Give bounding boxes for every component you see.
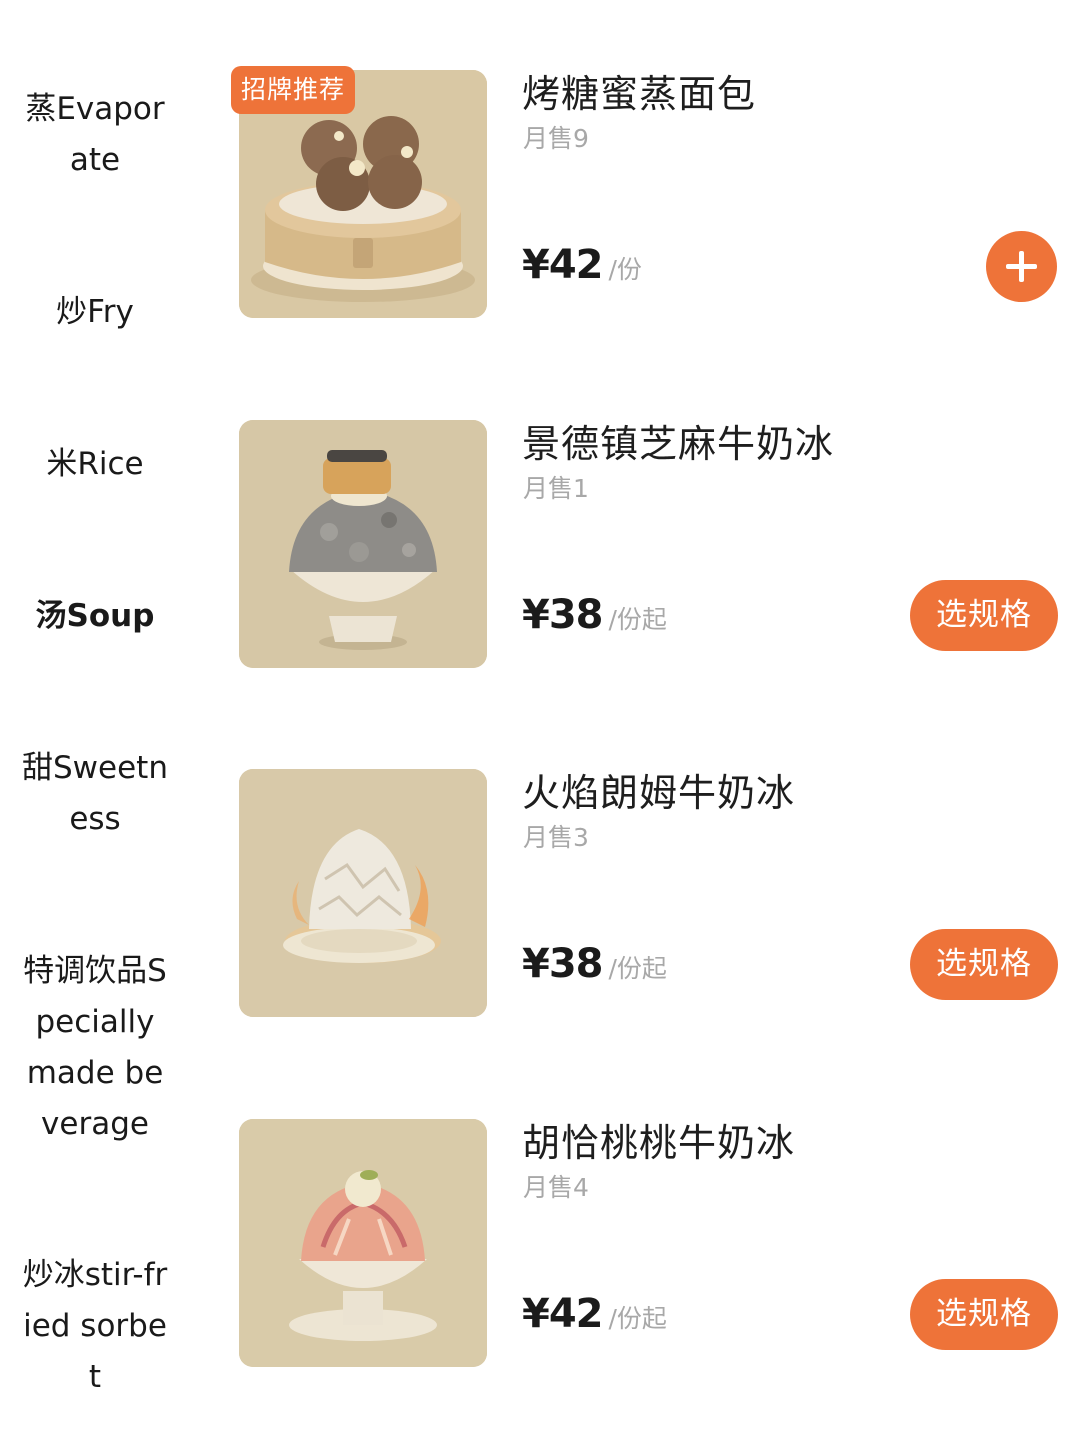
price: ¥38 [522,592,603,638]
plus-icon [1006,251,1037,282]
category-item-rice[interactable]: 米Rice [20,439,170,490]
category-item-fry[interactable]: 炒Fry [20,287,170,338]
price-row: ¥38 /份起 [522,941,667,987]
select-spec-button[interactable]: 选规格 [910,1279,1058,1350]
product-name: 胡恰桃桃牛奶冰 [522,1121,796,1165]
monthly-sales: 月售1 [523,474,589,503]
product-name: 火焰朗姆牛奶冰 [522,771,796,815]
add-to-cart-button[interactable] [986,231,1057,302]
category-item-soup[interactable]: 汤Soup [20,591,170,642]
price-row: ¥42 /份起 [522,1291,667,1337]
product-image-flaming-rum-milk-ice[interactable] [239,769,487,1017]
monthly-sales: 月售3 [523,823,589,852]
category-sidebar: 蒸Evaporate 炒Fry 米Rice 汤Soup 甜Sweetness 特… [0,0,190,1440]
price-unit: /份起 [608,1304,667,1333]
product-card[interactable]: 招牌推荐 烤糖蜜蒸面包 月售9 ¥42 /份 [231,66,1059,320]
price-unit: /份起 [608,954,667,983]
monthly-sales: 月售4 [523,1173,589,1202]
product-image-sesame-milk-ice[interactable] [239,420,487,668]
product-image-peach-milk-ice[interactable] [239,1119,487,1367]
category-item-evaporate[interactable]: 蒸Evaporate [20,84,170,186]
price-unit: /份 [608,255,642,284]
price: ¥42 [522,1291,603,1337]
signature-recommend-badge: 招牌推荐 [231,66,356,114]
price: ¥38 [522,941,603,987]
category-item-stir-fried-sorbet[interactable]: 炒冰stir-fried sorbet [20,1250,170,1403]
price-row: ¥42 /份 [522,242,642,288]
product-name: 烤糖蜜蒸面包 [522,72,757,116]
select-spec-button[interactable]: 选规格 [910,929,1058,1000]
category-item-special-beverage[interactable]: 特调饮品Specially made beverage [20,946,170,1150]
category-item-sweetness[interactable]: 甜Sweetness [20,743,170,845]
select-spec-button[interactable]: 选规格 [910,580,1058,651]
price-row: ¥38 /份起 [522,592,667,638]
product-card[interactable]: 胡恰桃桃牛奶冰 月售4 ¥42 /份起 选规格 [239,1119,1059,1369]
product-name: 景德镇芝麻牛奶冰 [522,422,835,466]
product-card[interactable]: 火焰朗姆牛奶冰 月售3 ¥38 /份起 选规格 [239,769,1059,1019]
price-unit: /份起 [608,605,667,634]
product-card[interactable]: 景德镇芝麻牛奶冰 月售1 ¥38 /份起 选规格 [239,420,1059,670]
monthly-sales: 月售9 [523,124,589,153]
price: ¥42 [522,242,603,288]
